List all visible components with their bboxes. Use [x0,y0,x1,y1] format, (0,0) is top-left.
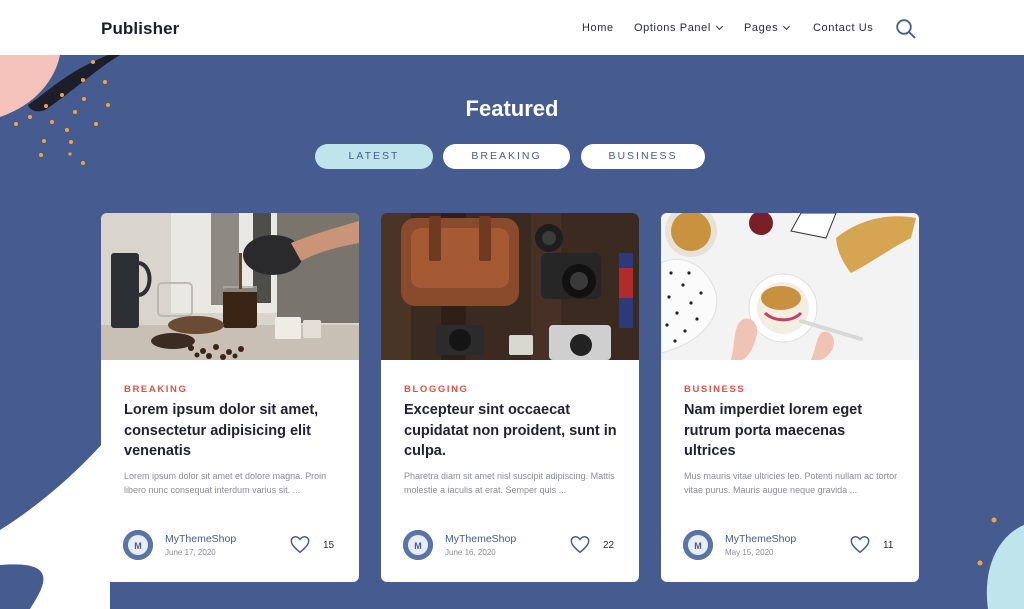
chevron-down-icon [783,22,791,31]
like-button[interactable] [849,534,871,556]
post-category[interactable]: BUSINESS [684,384,745,395]
svg-text:M: M [134,541,142,551]
search-button[interactable] [895,18,917,40]
avatar-image: M [123,530,153,560]
avatar-image: M [683,530,713,560]
post-thumbnail[interactable] [381,213,639,360]
svg-text:M: M [414,541,422,551]
post-title[interactable]: Lorem ipsum dolor sit amet, consectetur … [124,400,339,462]
post-title[interactable]: Nam imperdiet lorem eget rutrum porta ma… [684,400,899,462]
post-thumbnail[interactable] [101,213,359,360]
author-avatar[interactable]: M [403,530,433,560]
like-button[interactable] [569,534,591,556]
avatar-image: M [403,530,433,560]
post-date: June 17, 2020 [165,548,216,557]
nav-item-label: Contact Us [813,22,874,34]
heart-icon [850,536,870,554]
author-name[interactable]: MyThemeShop [165,533,236,545]
like-button[interactable] [289,534,311,556]
svg-text:M: M [694,541,702,551]
post-thumbnail[interactable] [661,213,919,360]
post-title[interactable]: Excepteur sint occaecat cupidatat non pr… [404,400,619,462]
post-excerpt: Mus mauris vitae ultricies leo. Potenti … [684,471,898,495]
site-header: Publisher Home Options Panel Pages Conta… [0,0,1024,55]
post-date: June 16, 2020 [445,548,496,557]
post-excerpt: Lorem ipsum dolor sit amet et dolore mag… [124,471,327,495]
nav-item-label: Pages [744,22,779,34]
decorative-shape [977,517,1024,609]
tab-breaking[interactable]: BREAKING [443,144,570,169]
author-avatar[interactable]: M [123,530,153,560]
section-title: Featured [465,96,559,121]
author-name[interactable]: MyThemeShop [445,533,516,545]
granola-bowl-photo [661,213,919,360]
tab-business[interactable]: BUSINESS [581,144,705,169]
heart-icon [570,536,590,554]
nav-item-home[interactable]: Home [582,22,614,34]
featured-tabs: LATEST BREAKING BUSINESS [0,144,1024,169]
site-logo[interactable]: Publisher [101,19,179,39]
like-count: 22 [603,540,615,551]
post-card[interactable]: BUSINESS Nam imperdiet lorem eget rutrum… [661,213,919,582]
post-category[interactable]: BLOGGING [404,384,469,395]
author-avatar[interactable]: M [683,530,713,560]
chevron-down-icon [715,22,723,31]
like-count: 11 [883,540,894,551]
nav-item-label: Home [582,22,614,34]
post-category[interactable]: BREAKING [124,384,187,395]
post-excerpt: Pharetra diam sit amet nisl suscipit adi… [404,471,615,495]
camera-bag-photo [381,213,639,360]
featured-section: Featured LATEST BREAKING BUSINESS BREAKI… [0,55,1024,609]
nav-item-label: Options Panel [634,22,711,34]
like-count: 15 [323,540,335,551]
search-icon [896,19,916,39]
heart-icon [290,536,310,554]
post-card[interactable]: BLOGGING Excepteur sint occaecat cupidat… [381,213,639,582]
nav-item-options-panel[interactable]: Options Panel [634,22,723,34]
coffee-pour-photo [101,213,359,360]
tab-latest[interactable]: LATEST [315,144,433,169]
post-date: May 15, 2020 [725,548,774,557]
decorative-shape [0,435,110,609]
post-card[interactable]: BREAKING Lorem ipsum dolor sit amet, con… [101,213,359,582]
nav-item-pages[interactable]: Pages [744,22,791,34]
nav-item-contact-us[interactable]: Contact Us [813,22,873,34]
author-name[interactable]: MyThemeShop [725,533,796,545]
